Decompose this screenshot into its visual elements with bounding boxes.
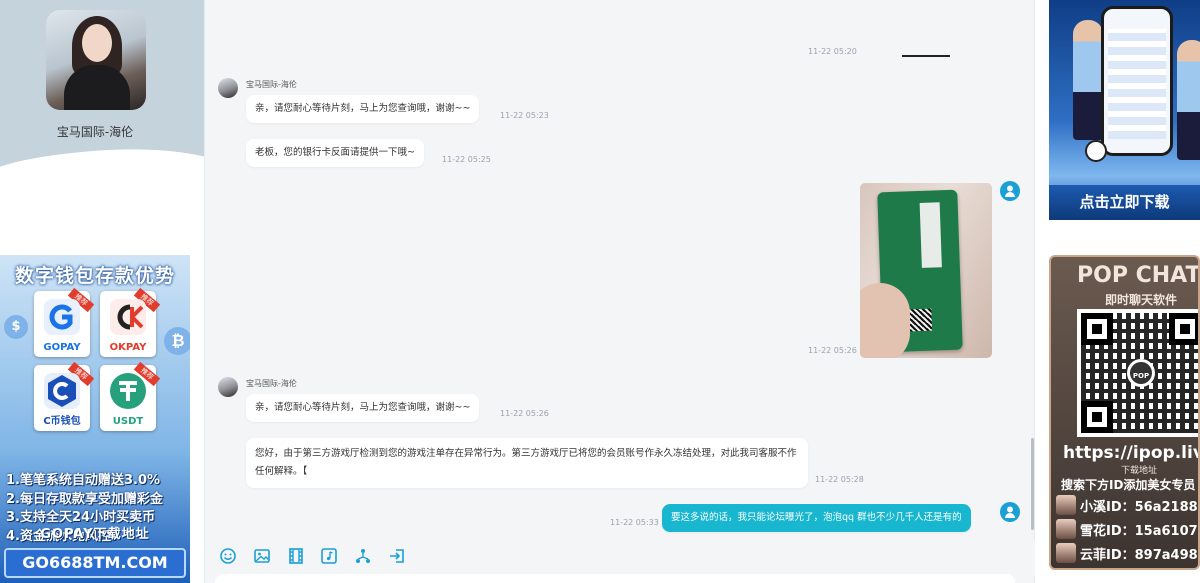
player-figure — [1177, 40, 1200, 160]
sender-name: 宝马国际-海伦 — [246, 379, 297, 388]
agent-profile: 宝马国际-海伦 — [0, 0, 204, 175]
download-button[interactable]: 点击立即下载 — [1049, 185, 1200, 220]
user-avatar — [1000, 181, 1020, 201]
avatar — [1056, 495, 1076, 515]
timestamp: 11-22 05:25 — [442, 155, 491, 164]
agent-message: 您好，由于第三方游戏厅检测到您的游戏注单存在异常行为。第三方游戏厅已将您的会员账… — [246, 438, 808, 488]
user-avatar — [1000, 502, 1020, 522]
agent-avatar-small — [218, 78, 238, 98]
cbi-logo-icon — [44, 373, 80, 409]
user-icon — [1005, 185, 1015, 197]
pop-title: POP CHAT — [1077, 263, 1200, 288]
gopay-logo-icon — [44, 299, 80, 335]
usdt-logo-icon — [110, 373, 146, 409]
pop-chat-ad[interactable]: POP CHAT 即时聊天软件 POP https://ipop.liv 下载地… — [1049, 255, 1200, 570]
image-icon[interactable] — [253, 547, 273, 567]
pop-search-hint: 搜索下方ID添加美女专员 — [1061, 478, 1196, 492]
agent-avatar — [46, 10, 146, 110]
contact-id-row: 雪花ID：15a6107 — [1056, 518, 1198, 540]
agent-avatar-small — [218, 377, 238, 397]
timestamp: 11-22 05:23 — [500, 111, 549, 120]
football-icon — [1085, 140, 1107, 162]
qr-code: POP — [1077, 309, 1198, 437]
dollar-icon: $ — [4, 315, 28, 339]
share-icon[interactable] — [354, 547, 374, 567]
bank-card-photo[interactable] — [860, 183, 992, 358]
player-figure — [1073, 20, 1103, 140]
chat-scrollbar[interactable] — [1031, 438, 1034, 530]
bitcoin-icon: ₿ — [164, 327, 190, 355]
user-icon — [1005, 506, 1015, 518]
emoji-icon[interactable] — [219, 547, 239, 567]
contact-id-row: 小溪ID：56a2188 — [1056, 494, 1198, 516]
pop-logo-icon: POP — [1127, 359, 1155, 387]
promo-url[interactable]: GO6688TM.COM — [4, 548, 186, 578]
right-panel: 点击立即下载 POP CHAT 即时聊天软件 POP https://ipop.… — [1035, 0, 1200, 583]
app-root: 宝马国际-海伦 数字钱包存款优势 推荐 GOPAY 推荐 OKPAY 推荐 C币… — [0, 0, 1200, 583]
left-panel: 宝马国际-海伦 数字钱包存款优势 推荐 GOPAY 推荐 OKPAY 推荐 C币… — [0, 0, 205, 583]
timestamp: 11-22 05:33 — [610, 518, 659, 527]
phone-mockup — [1101, 6, 1173, 156]
app-download-ad[interactable]: 点击立即下载 — [1049, 0, 1200, 220]
timestamp: 11-22 05:26 — [808, 346, 857, 355]
timestamp: 11-22 05:26 — [500, 409, 549, 418]
avatar — [1056, 519, 1076, 539]
cbi-wallet-tile: 推荐 C币钱包 — [34, 361, 95, 431]
timestamp: 11-22 05:20 — [808, 47, 857, 56]
agent-message: 亲，请您耐心等待片刻，马上为您查询哦，谢谢~~ — [246, 95, 480, 123]
okpay-tile: 推荐 OKPAY — [100, 287, 161, 357]
pop-subtitle: 即时聊天软件 — [1105, 293, 1178, 307]
agent-name: 宝马国际-海伦 — [56, 125, 134, 139]
chat-toolbar — [205, 540, 1035, 576]
timestamp: 11-22 05:28 — [815, 475, 864, 484]
audio-icon[interactable] — [320, 547, 340, 567]
okpay-logo-icon — [110, 299, 146, 335]
wallet-promo-banner[interactable]: 数字钱包存款优势 推荐 GOPAY 推荐 OKPAY 推荐 C币钱包 推荐 US… — [0, 255, 190, 583]
contact-id-row: 云菲ID：897a498 — [1056, 542, 1198, 564]
promo-download-label: GOPAY下载地址 — [40, 527, 150, 542]
user-message: 要这多说的话，我只能论坛曝光了，泡泡qq 群也不少几千人还是有的 — [662, 504, 971, 532]
promo-title: 数字钱包存款优势 — [14, 265, 175, 287]
avatar — [1056, 543, 1076, 563]
agent-message: 亲，请您耐心等待片刻，马上为您查询哦，谢谢~~ — [246, 394, 480, 422]
gopay-tile: 推荐 GOPAY — [34, 287, 95, 357]
message-input[interactable] — [215, 574, 1015, 583]
divider — [902, 55, 950, 57]
usdt-tile: 推荐 USDT — [100, 361, 161, 431]
agent-message: 老板，您的银行卡反面请提供一下哦~ — [246, 139, 424, 167]
video-icon[interactable] — [287, 547, 307, 567]
transfer-icon[interactable] — [388, 547, 408, 567]
pop-download-label: 下载地址 — [1121, 466, 1158, 476]
sender-name: 宝马国际-海伦 — [246, 80, 297, 89]
chat-panel: 11-22 05:20 宝马国际-海伦 亲，请您耐心等待片刻，马上为您查询哦，谢… — [205, 0, 1035, 583]
pop-url[interactable]: https://ipop.liv — [1063, 443, 1198, 463]
